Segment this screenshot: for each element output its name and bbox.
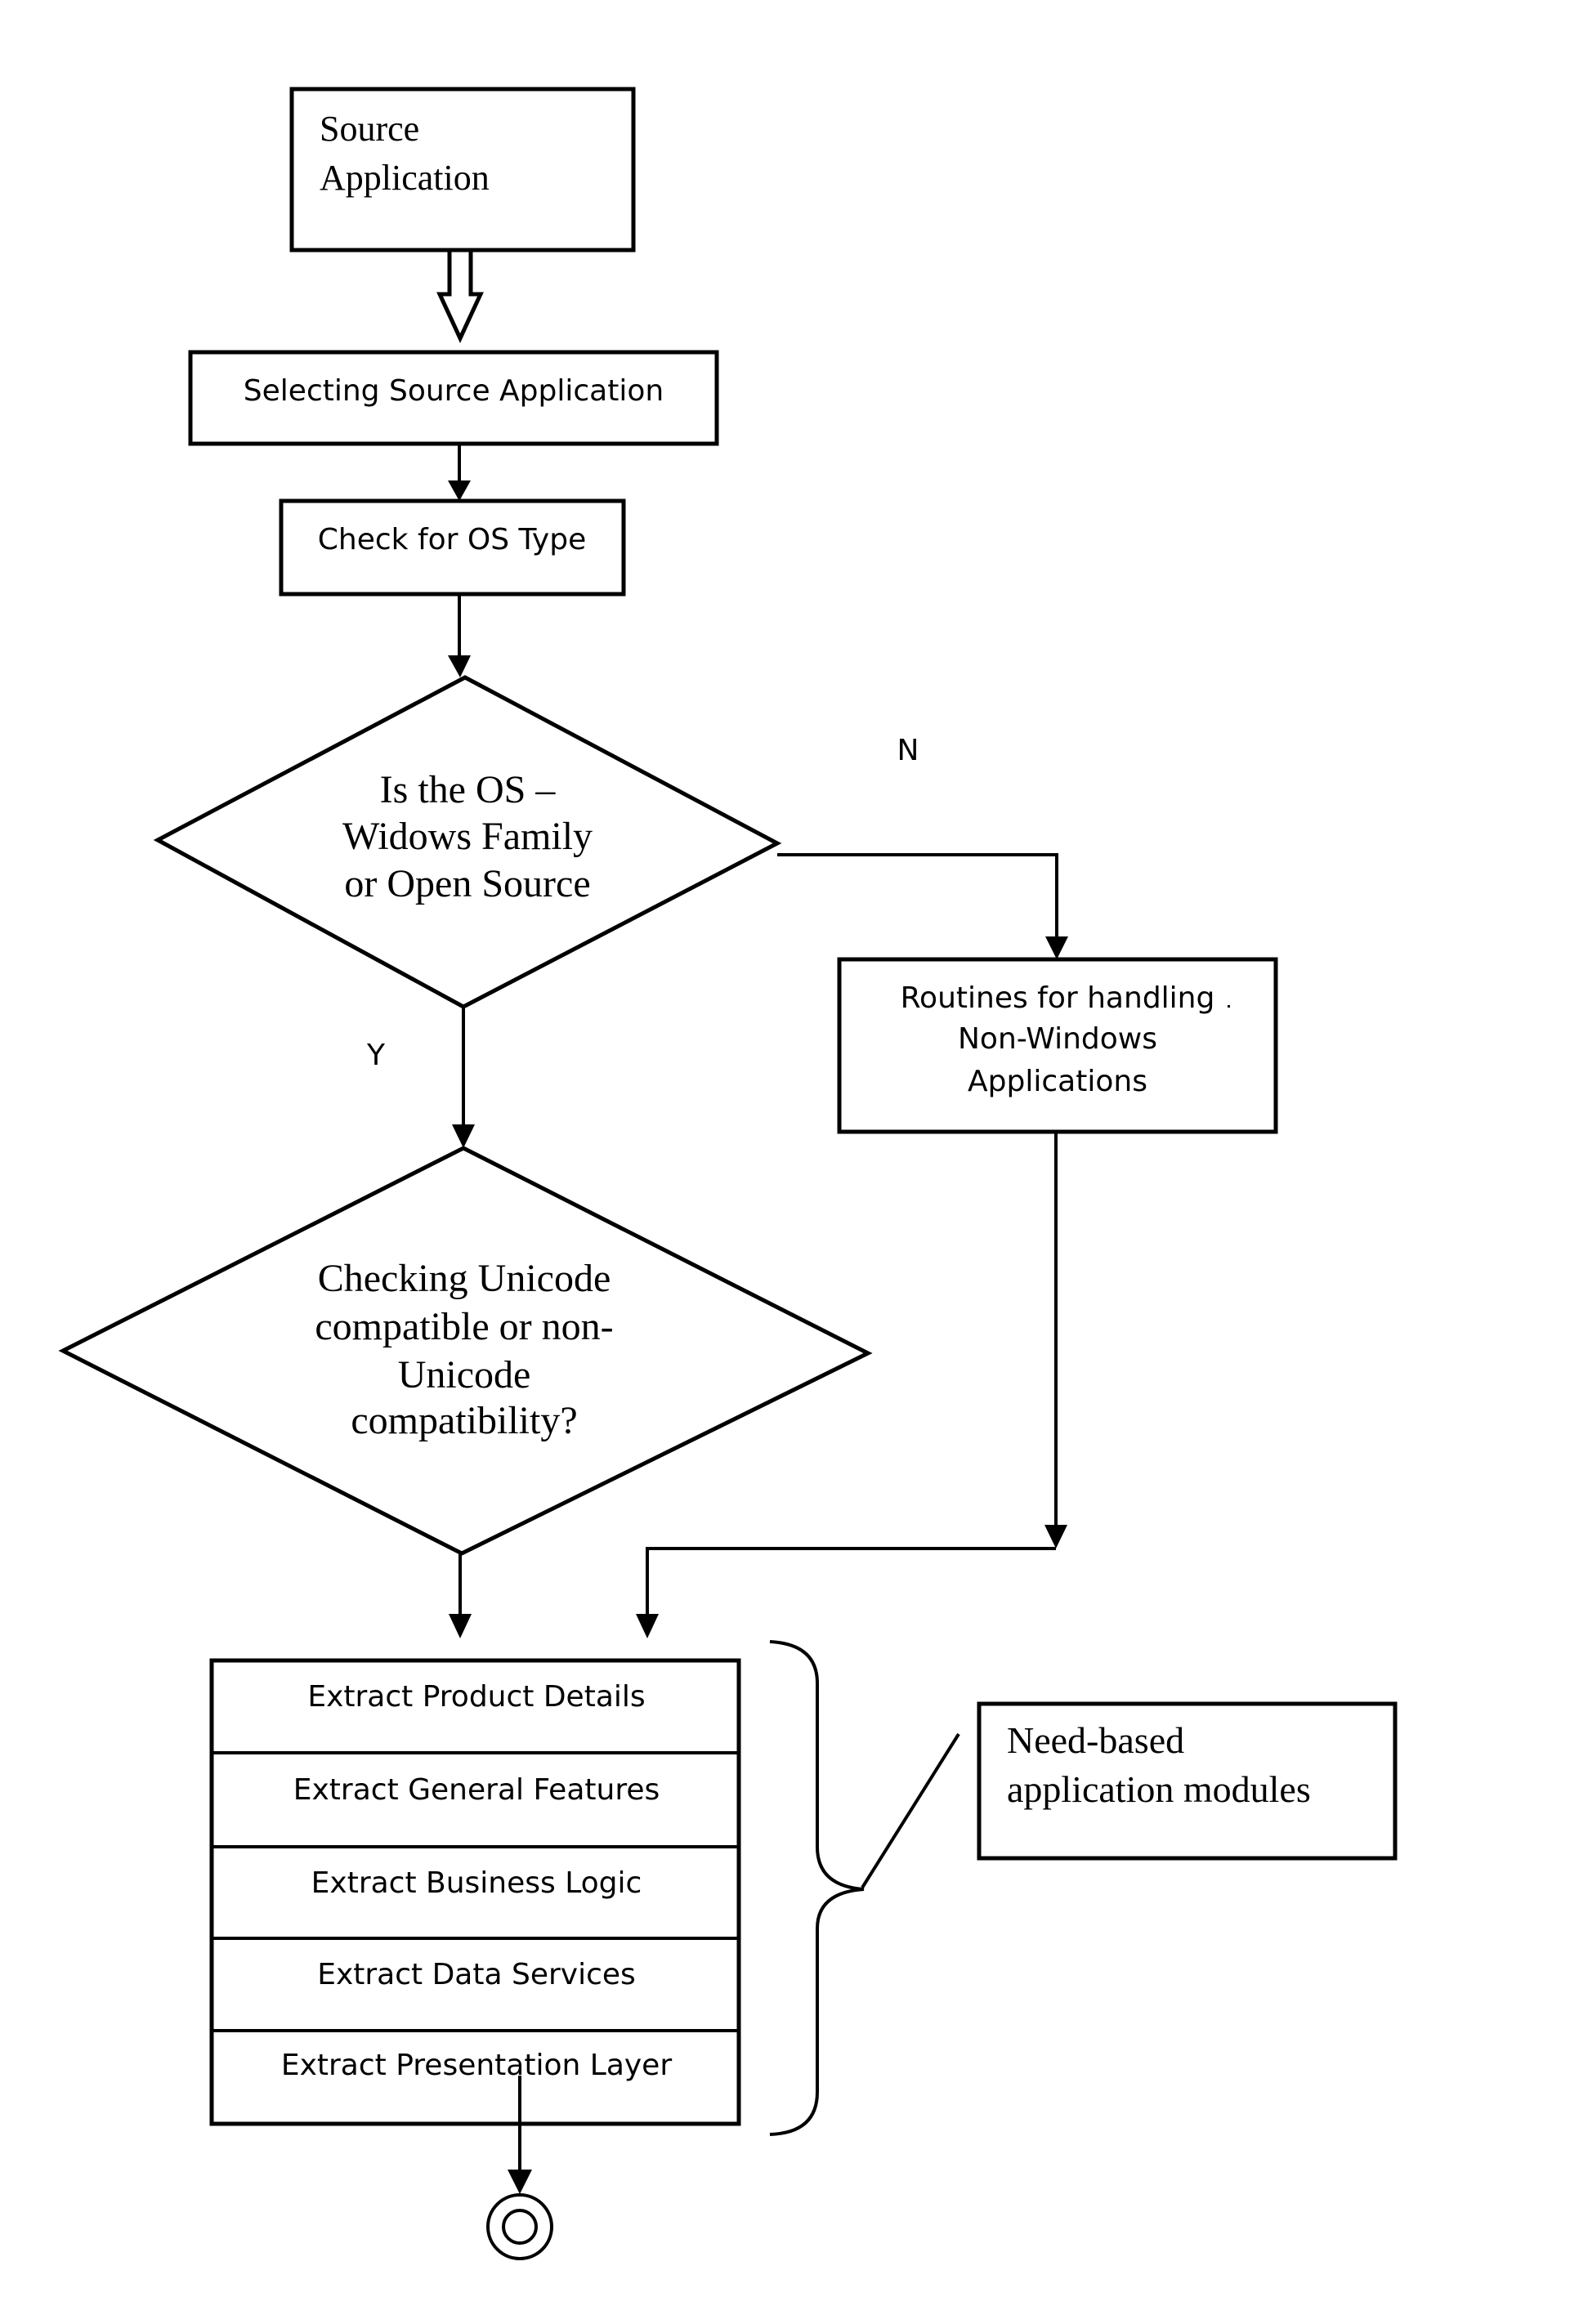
decision-os-line-3: or Open Source	[344, 862, 590, 905]
module-item: Extract General Features	[293, 1773, 660, 1807]
decision-unicode-diamond	[58, 1146, 873, 1556]
stray-dot-mark	[1228, 1005, 1230, 1008]
arrowhead-down-icon	[636, 1614, 659, 1638]
decision-os-line-2: Widows Family	[342, 815, 593, 858]
source-application-line-2: Application	[320, 158, 490, 198]
arrowhead-down-icon	[508, 2170, 532, 2194]
decision-os-node: Is the OS – Widows Family or Open Source	[153, 675, 782, 1009]
routines-line-2: Non-Windows	[958, 1022, 1157, 1056]
end-outer-circle	[486, 2193, 553, 2260]
arrowhead-down-icon	[1044, 1525, 1067, 1549]
decision-unicode-line-3: Unicode	[398, 1353, 531, 1397]
routines-non-windows-node: Routines for handling Non-Windows Applic…	[837, 957, 1278, 1134]
selecting-source-node: Selecting Source Application	[188, 350, 719, 446]
arrowhead-down-icon	[449, 1614, 472, 1638]
arrowhead-down-icon	[448, 655, 471, 677]
selecting-source-label: Selecting Source Application	[244, 374, 664, 408]
module-item: Extract Business Logic	[311, 1866, 642, 1900]
arrow-line-no-branch	[777, 853, 1058, 941]
callout-node: Need-based application modules	[977, 1701, 1398, 1861]
routines-line-3: Applications	[968, 1065, 1147, 1098]
decision-os-line-1: Is the OS –	[380, 768, 557, 811]
check-os-label: Check for OS Type	[318, 523, 586, 556]
decision-unicode-node: Checking Unicode compatible or non- Unic…	[58, 1146, 873, 1556]
flowchart-canvas: Source Application Selecting Source Appl…	[58, 87, 1398, 2260]
edge-label-yes: Y	[366, 1039, 386, 1072]
check-os-node: Check for OS Type	[279, 498, 626, 597]
decision-unicode-line-2: compatible or non-	[315, 1305, 613, 1348]
arrowhead-down-icon	[452, 1124, 475, 1148]
curly-brace-icon	[769, 1640, 865, 2136]
end-state-icon	[486, 2193, 553, 2260]
source-application-line-1: Source	[320, 109, 419, 149]
callout-leader-line	[861, 1732, 960, 1889]
module-item: Extract Data Services	[317, 1958, 636, 1991]
arrow-line-routines-modules	[646, 1547, 1056, 1618]
end-inner-circle	[502, 2209, 538, 2245]
arrowhead-down-icon	[1045, 936, 1068, 959]
extract-modules-stack: Extract Product Details Extract General …	[209, 1658, 741, 2126]
decision-unicode-line-4: compatibility?	[351, 1399, 577, 1442]
source-application-node: Source Application	[289, 87, 636, 253]
module-item: Extract Presentation Layer	[281, 2049, 672, 2082]
module-item: Extract Product Details	[307, 1680, 645, 1714]
callout-line-2: application modules	[1007, 1768, 1311, 1810]
edge-label-no: N	[897, 734, 919, 767]
hollow-arrow-down-icon	[436, 250, 484, 343]
callout-line-1: Need-based	[1007, 1719, 1184, 1761]
routines-line-1: Routines for handling	[901, 981, 1215, 1015]
arrowhead-down-icon	[448, 480, 471, 501]
decision-unicode-line-1: Checking Unicode	[318, 1257, 611, 1300]
